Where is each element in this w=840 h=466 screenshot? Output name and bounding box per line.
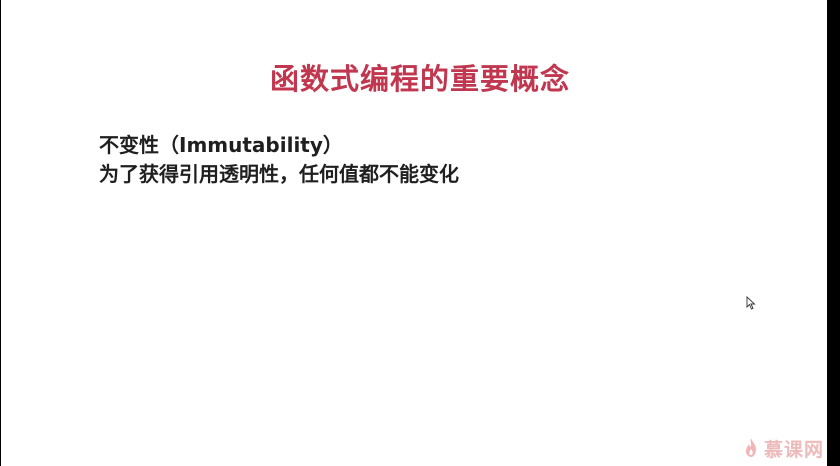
- body-line-1: 不变性（Immutability）: [99, 133, 343, 157]
- watermark-text: 慕课网: [764, 438, 825, 461]
- slide-body: 不变性（Immutability） 为了获得引用透明性，任何值都不能变化: [99, 131, 459, 189]
- flame-icon: [746, 438, 756, 457]
- slide-title: 函数式编程的重要概念: [269, 62, 570, 96]
- body-line-2: 为了获得引用透明性，任何值都不能变化: [99, 162, 459, 186]
- mouse-cursor-icon: [746, 296, 756, 310]
- watermark-logo: 慕课网: [742, 436, 825, 461]
